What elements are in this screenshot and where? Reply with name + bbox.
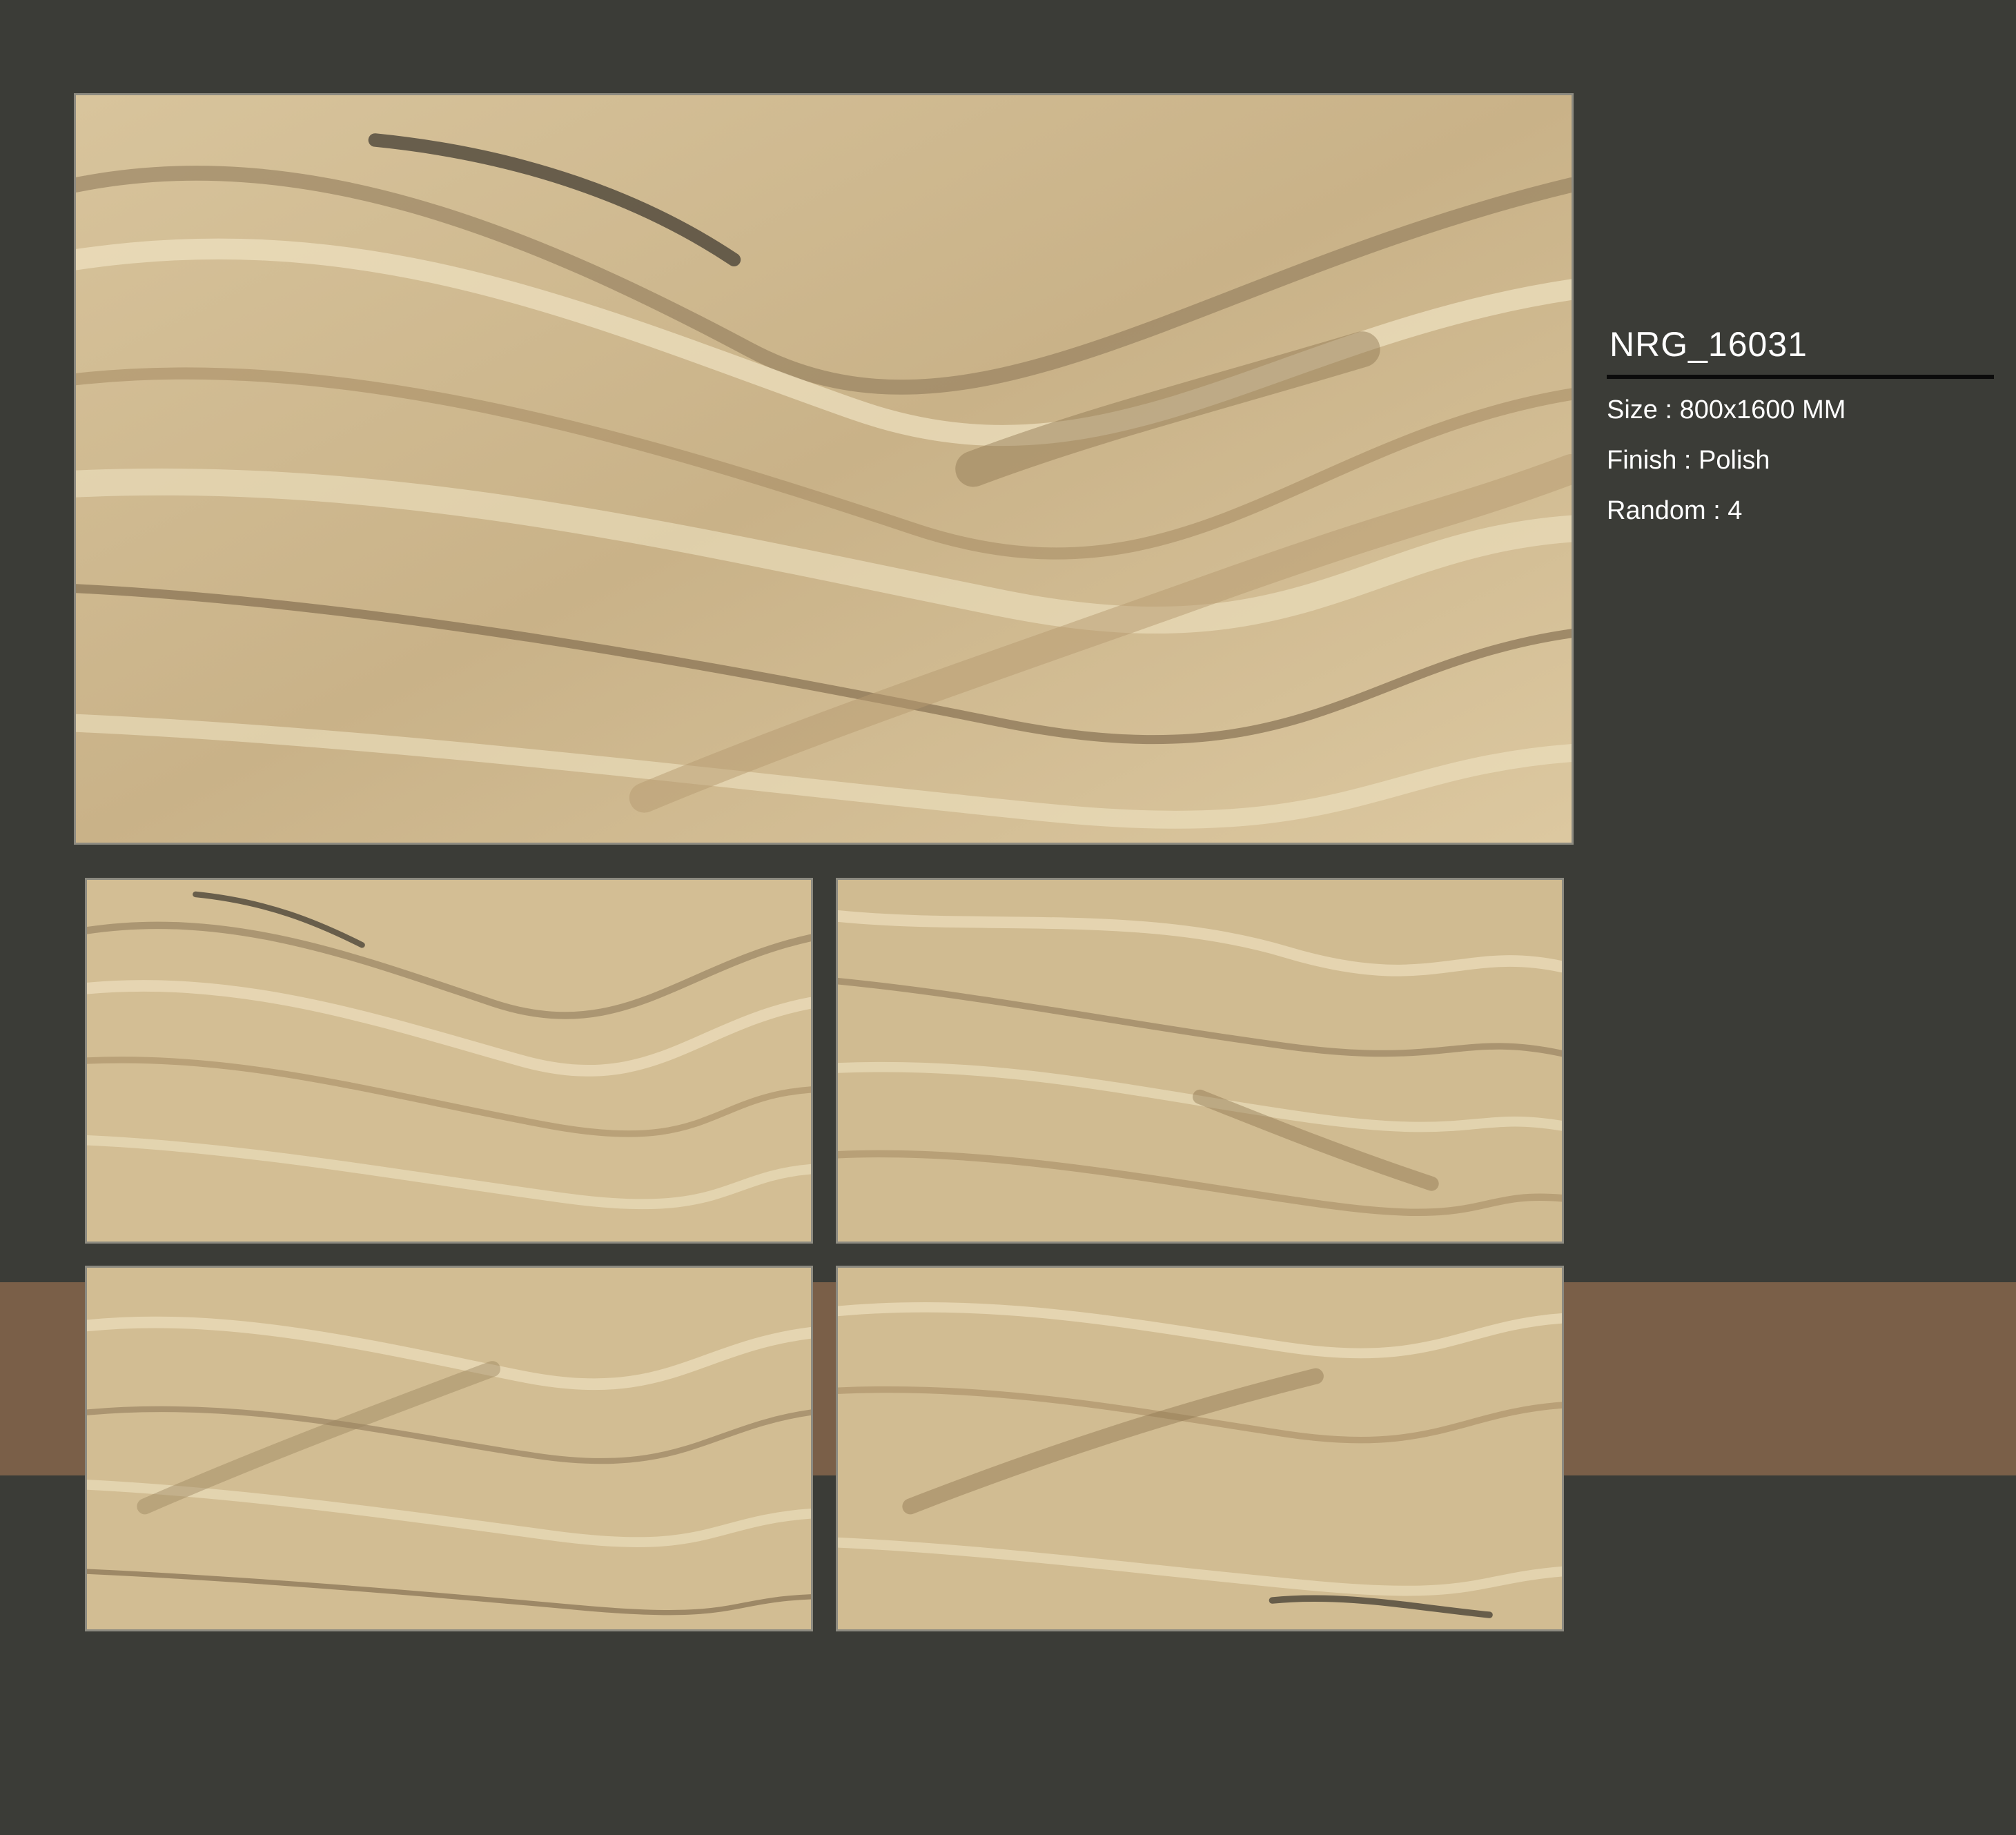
random-tile-3 xyxy=(85,1266,813,1631)
title-underline xyxy=(1607,375,1994,379)
product-code-title: NRG_16031 xyxy=(1609,325,1808,364)
size-spec: Size : 800x1600 MM xyxy=(1607,395,1846,424)
random-tile-4 xyxy=(836,1266,1564,1631)
random-tile-1 xyxy=(85,878,813,1244)
random-spec: Random : 4 xyxy=(1607,496,1743,525)
random-tile-2 xyxy=(836,878,1564,1244)
main-marble-tile xyxy=(74,93,1574,845)
finish-spec: Finish : Polish xyxy=(1607,446,1770,475)
